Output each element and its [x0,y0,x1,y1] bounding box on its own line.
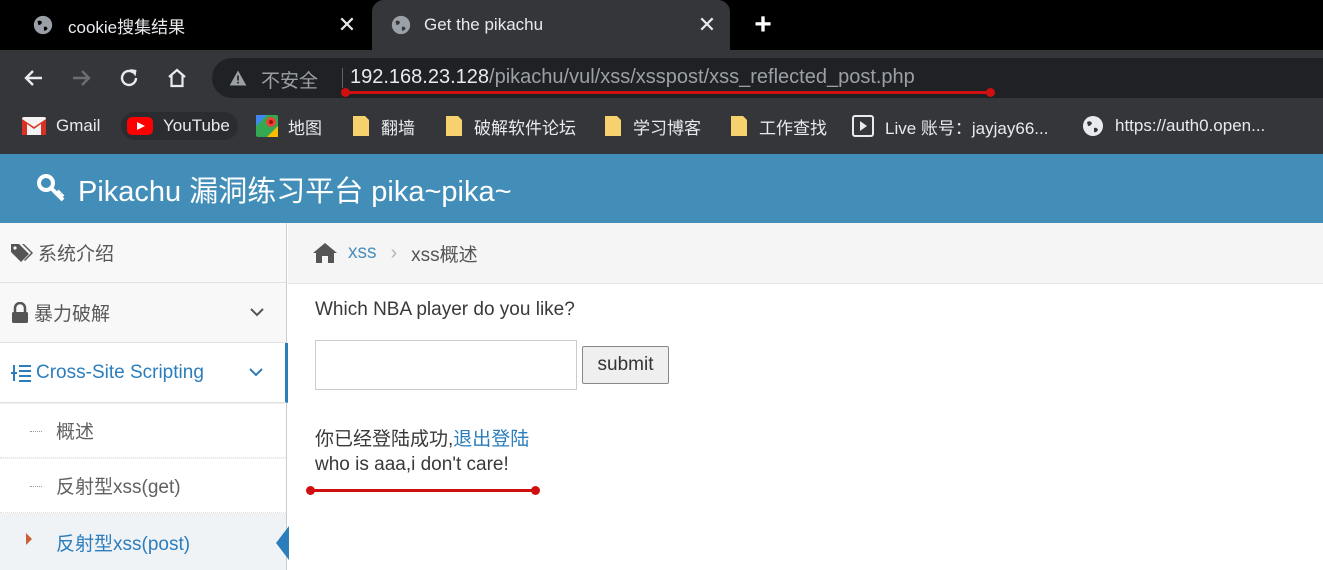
site-header: Pikachu 漏洞练习平台 pika~pika~ [0,154,1323,223]
sidebar-item-intro[interactable]: 系统介绍 [0,223,286,283]
url-host: 192.168.23.128 [350,66,490,88]
logout-link[interactable]: 退出登陆 [453,429,529,450]
browser-tab-strip: cookie搜集结果 ✕ Get the pikachu ✕ + [0,0,1323,50]
url-annotation-underline [341,88,995,97]
bookmark-folder-cracking-forum[interactable]: 破解软件论坛 [444,112,576,140]
sidebar: 系统介绍 暴力破解 Cross-Site Scripting 概述 反射型xss… [0,223,289,570]
folder-icon [603,115,623,137]
bookmark-label: https://auth0.open... [1115,116,1266,135]
active-pointer [276,526,289,560]
close-icon[interactable]: ✕ [696,14,718,36]
tree-dash [30,430,42,432]
maps-icon [256,115,278,137]
url-text[interactable]: 192.168.23.128/pikachu/vul/xss/xsspost/x… [350,66,915,89]
bookmark-label: Live 账号：jayjay66... [885,118,1049,138]
lock-icon [10,301,30,324]
tab-cookie-results[interactable]: cookie搜集结果 ✕ [18,0,370,50]
separator [342,68,343,88]
result-annotation-underline [306,486,540,495]
sidebar-item-label: 系统介绍 [38,244,115,265]
login-status-text: 你已经登陆成功, [315,429,454,450]
toolbar-bottom-edge [0,146,1323,154]
globe-icon [391,15,411,35]
bookmark-label: 工作查找 [759,118,827,138]
bookmark-folder-fanqiang[interactable]: 翻墙 [351,112,415,140]
arrow-left-icon [24,70,42,86]
sidebar-item-label: Cross-Site Scripting [36,361,204,383]
sidebar-subitem-reflected-post[interactable]: 反射型xss(post) [0,514,289,570]
folder-icon [351,115,371,137]
chevron-down-icon [249,368,263,377]
live-icon [851,114,875,138]
key-icon [36,173,68,205]
caret-right-icon [26,533,32,545]
sidebar-subitem-label: 概述 [56,422,95,443]
site-title[interactable]: Pikachu 漏洞练习平台 pika~pika~ [36,168,512,210]
chevron-down-icon [250,308,264,317]
login-status: 你已经登陆成功,退出登陆 [315,424,529,451]
sidebar-subitem-label: 反射型xss(post) [56,533,191,555]
browser-toolbar: 不安全 192.168.23.128/pikachu/vul/xss/xsspo… [0,50,1323,106]
bookmark-maps[interactable]: 地图 [256,112,322,140]
list-icon [10,363,32,383]
address-bar[interactable]: 不安全 192.168.23.128/pikachu/vul/xss/xsspo… [212,58,1323,98]
breadcrumb-link-xss[interactable]: xss [348,242,377,264]
bookmark-label: Gmail [56,116,101,135]
sidebar-subitem-overview[interactable]: 概述 [0,404,286,458]
submit-button[interactable]: submit [582,346,669,384]
tab-title: cookie搜集结果 [68,17,186,37]
player-name-input[interactable] [315,340,577,390]
sidebar-subitem-reflected-get[interactable]: 反射型xss(get) [0,459,286,513]
breadcrumb-separator: › [390,241,398,264]
url-path: /pikachu/vul/xss/xsspost/xss_reflected_p… [489,66,915,88]
home-icon [168,68,186,88]
home-button[interactable] [161,62,193,94]
youtube-icon [127,117,153,135]
bookmark-folder-job-search[interactable]: 工作查找 [729,112,827,140]
bookmark-label: 学习博客 [633,118,701,138]
bookmark-auth0[interactable]: https://auth0.open... [1081,112,1265,140]
tree-dash [30,485,42,487]
sidebar-item-brute-force[interactable]: 暴力破解 [0,283,286,343]
forward-button[interactable] [65,62,97,94]
globe-icon [33,15,53,35]
sidebar-item-xss[interactable]: Cross-Site Scripting [0,343,288,403]
tab-get-the-pikachu[interactable]: Get the pikachu ✕ [372,0,730,50]
breadcrumb: xss › xss概述 [288,223,1323,284]
bookmark-label: 翻墙 [381,118,415,138]
bookmark-youtube[interactable]: YouTube [121,112,238,140]
sidebar-subitem-label: 反射型xss(get) [56,477,181,498]
globe-icon [1081,114,1105,138]
bookmark-label: 地图 [288,118,322,138]
site-title-text: Pikachu 漏洞练习平台 pika~pika~ [78,176,512,208]
gmail-icon [22,117,46,135]
bookmark-live-account[interactable]: Live 账号：jayjay66... [851,112,1048,140]
back-button[interactable] [18,62,50,94]
bookmarks-bar: Gmail YouTube 地图 翻墙 破解软件论坛 学习博客 工作查找 Liv… [0,106,1323,146]
bookmark-folder-study-blog[interactable]: 学习博客 [603,112,701,140]
arrow-right-icon [73,70,91,86]
warning-icon[interactable] [228,68,248,88]
tab-title: Get the pikachu [424,15,544,34]
security-label[interactable]: 不安全 [261,66,318,93]
sidebar-item-label: 暴力破解 [34,304,111,325]
form-question: Which NBA player do you like? [315,299,575,320]
tags-icon [10,243,34,263]
bookmark-label: YouTube [163,116,230,135]
home-icon[interactable] [312,242,338,264]
reload-icon [120,69,138,87]
breadcrumb-current: xss概述 [411,244,478,266]
new-tab-button[interactable]: + [748,10,778,40]
reload-button[interactable] [113,62,145,94]
close-icon[interactable]: ✕ [336,14,358,36]
bookmark-label: 破解软件论坛 [474,118,576,138]
folder-icon [444,115,464,137]
folder-icon [729,115,749,137]
result-message: who is aaa,i don't care! [315,454,509,475]
bookmark-gmail[interactable]: Gmail [22,112,100,140]
